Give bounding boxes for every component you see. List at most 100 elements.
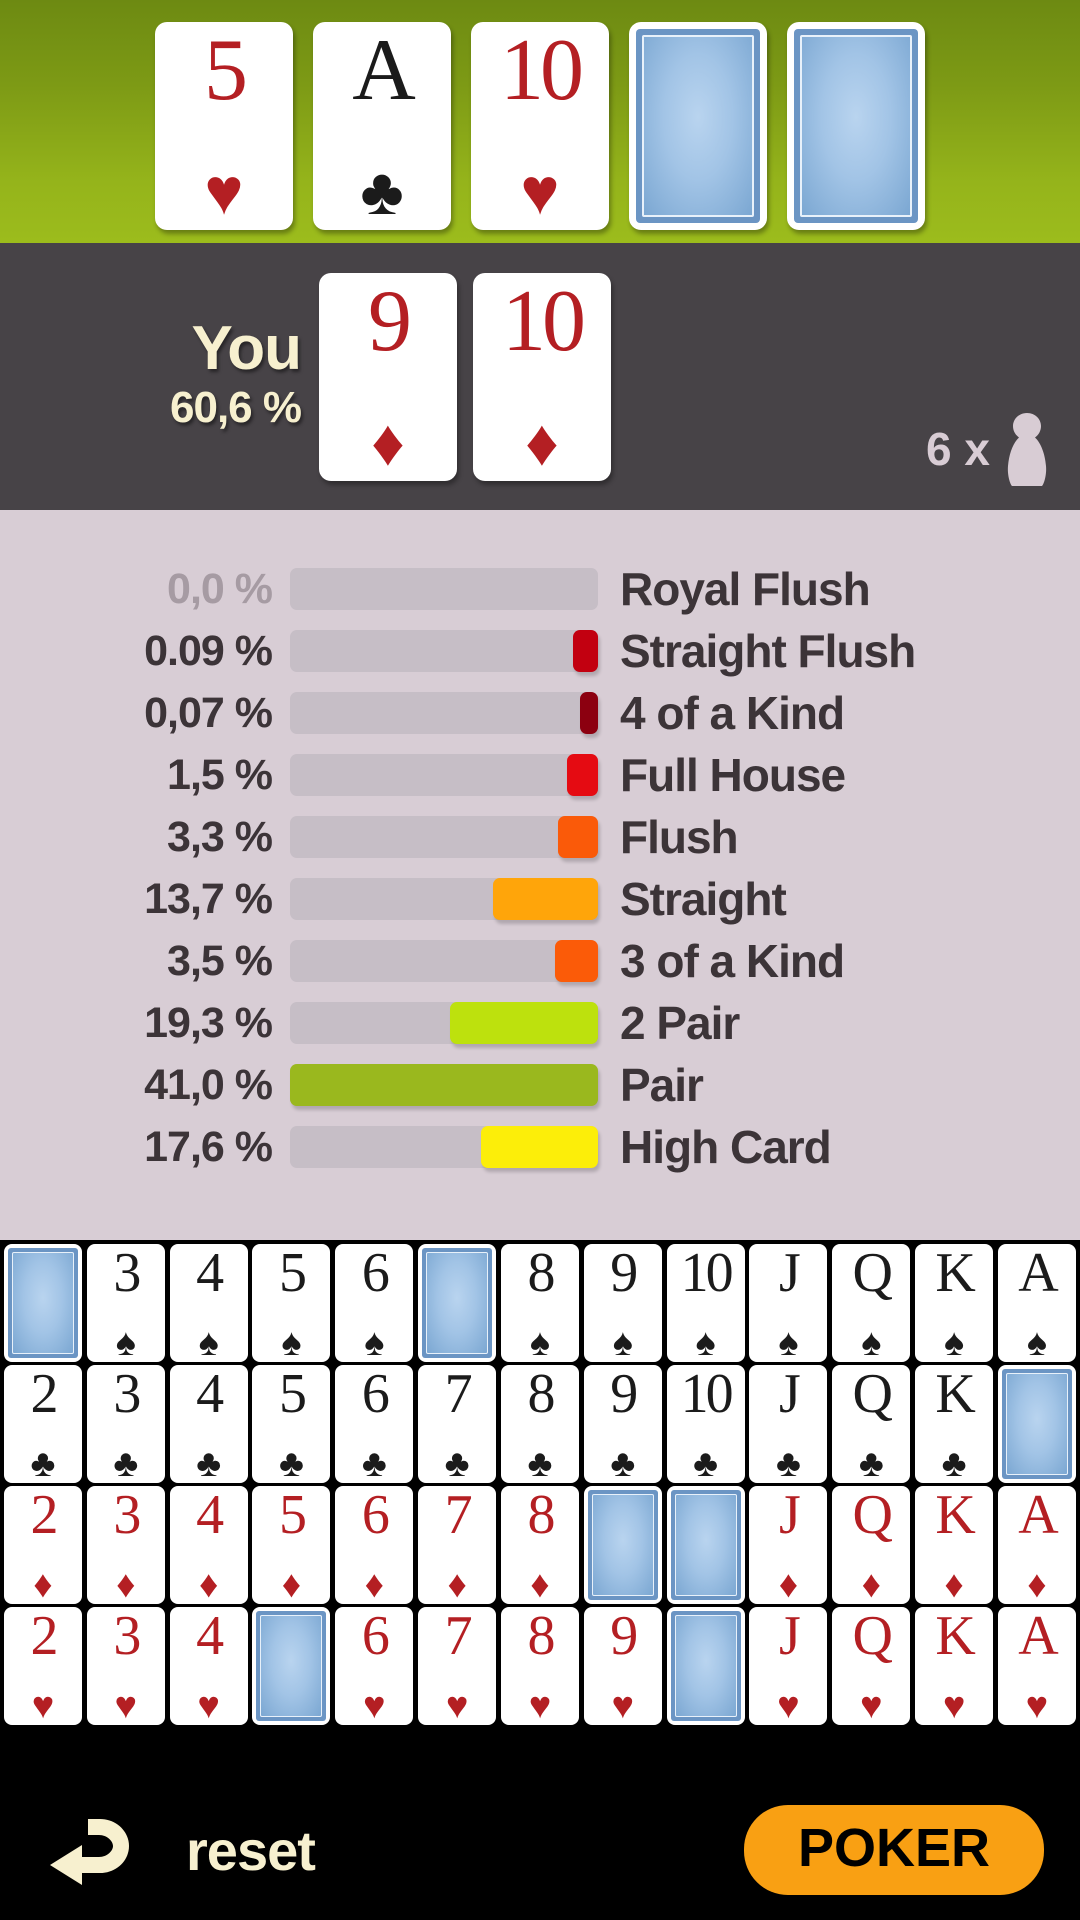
deck-card[interactable]: 4 ♠ [169,1244,248,1362]
card-suit-icon: ♥ [520,155,560,229]
hole-card[interactable]: 10 ♦ [472,272,611,481]
odds-row: 0,0 % Royal Flush [0,558,1080,620]
deck-card[interactable]: K ♠ [915,1244,994,1362]
board-card[interactable]: A ♣ [313,21,451,230]
deck-card-facedown[interactable] [666,1607,745,1725]
deck-card[interactable]: 6 ♦ [335,1486,414,1604]
deck-card[interactable]: 5 ♦ [252,1486,331,1604]
deck-row-diamonds: 2 ♦ 3 ♦ 4 ♦ 5 ♦ 6 ♦ 7 ♦ 8 ♦ J ♦ Q ♦ K ♦ A ♦ [2,1486,1078,1604]
card-rank: 3 [113,1244,141,1304]
deck-card[interactable]: 3 ♣ [86,1365,165,1483]
poker-odds-app: 5 ♥ A ♣ 10 ♥ You 60,6 % 9 ♦ 10 ♦ 6 x 0,0 % Royal … [0,0,1080,1920]
poker-button[interactable]: POKER [743,1805,1044,1895]
deck-card[interactable]: Q ♦ [832,1486,911,1604]
deck-card[interactable]: 3 ♥ [86,1607,165,1725]
card-rank: J [779,1486,801,1546]
card-suit-icon: ♠ [1026,1321,1048,1362]
deck-card[interactable]: 6 ♠ [335,1244,414,1362]
odds-percent: 0.09 % [144,626,273,675]
opponent-count-control[interactable]: 6 x [926,410,1054,488]
deck-card[interactable]: 6 ♥ [335,1607,414,1725]
deck-card[interactable]: 2 ♣ [4,1365,82,1483]
hole-card[interactable]: 9 ♦ [318,272,457,481]
deck-card[interactable]: 3 ♠ [86,1244,165,1362]
card-rank: Q [852,1486,893,1546]
board-card-facedown[interactable] [787,21,925,230]
card-rank: 9 [610,1607,638,1667]
deck-card[interactable]: 4 ♣ [169,1365,248,1483]
odds-bar-track [290,1002,598,1044]
deck-card[interactable]: 7 ♣ [418,1365,497,1483]
deck-card[interactable]: Q ♥ [832,1607,911,1725]
card-suit-icon: ♠ [115,1321,136,1362]
card-suit-icon: ♣ [113,1442,139,1483]
reset-button[interactable]: reset [186,1818,316,1883]
odds-bar-track [290,1064,598,1106]
deck-card[interactable]: 8 ♥ [500,1607,579,1725]
player-win-percent: 60,6 % [170,383,302,432]
odds-bar-fill [450,1002,598,1044]
deck-card[interactable]: 9 ♠ [583,1244,662,1362]
deck-card[interactable]: 8 ♠ [500,1244,579,1362]
card-suit-icon: ♠ [612,1321,633,1362]
deck-card[interactable]: J ♦ [749,1486,828,1604]
card-back-pattern [12,1252,74,1354]
deck-card[interactable]: 7 ♥ [418,1607,497,1725]
odds-percent: 13,7 % [144,874,273,923]
deck-card[interactable]: A ♦ [997,1486,1076,1604]
deck-card-facedown[interactable] [418,1244,497,1362]
deck-card[interactable]: 4 ♦ [169,1486,248,1604]
card-suit-icon: ♥ [31,1684,55,1725]
deck-card[interactable]: 9 ♣ [583,1365,662,1483]
deck-card[interactable]: K ♣ [915,1365,994,1483]
deck-card[interactable]: 2 ♦ [4,1486,82,1604]
deck-card[interactable]: 5 ♣ [252,1365,331,1483]
deck-card[interactable]: A ♠ [997,1244,1076,1362]
deck-card[interactable]: 3 ♦ [86,1486,165,1604]
card-rank: 4 [196,1607,224,1667]
deck-card-facedown[interactable] [583,1486,662,1604]
card-suit-icon: ♦ [364,1563,384,1604]
deck-card[interactable]: 2 ♥ [4,1607,82,1725]
board-card[interactable]: 10 ♥ [471,21,609,230]
deck-card-facedown[interactable] [252,1607,331,1725]
deck-card[interactable]: K ♥ [915,1607,994,1725]
board-card-facedown[interactable] [629,21,767,230]
card-suit-icon: ♦ [778,1563,799,1604]
deck-card[interactable]: 10 ♣ [666,1365,745,1483]
deck-row-hearts: 2 ♥ 3 ♥ 4 ♥ 6 ♥ 7 ♥ 8 ♥ 9 ♥ J ♥ Q ♥ K ♥ A ♥ [2,1607,1078,1725]
card-rank: Q [852,1607,893,1667]
deck-card[interactable]: A ♥ [997,1607,1076,1725]
deck-card-facedown[interactable] [4,1244,82,1362]
deck-card-facedown[interactable] [666,1486,745,1604]
odds-bar-fill [493,878,598,920]
odds-hand-label: Straight Flush [620,625,916,677]
odds-bar-fill [567,754,598,796]
card-suit-icon: ♦ [371,406,405,480]
deck-card[interactable]: 8 ♣ [500,1365,579,1483]
deck-card[interactable]: K ♦ [915,1486,994,1604]
deck-card[interactable]: J ♥ [749,1607,828,1725]
deck-card[interactable]: 7 ♦ [418,1486,497,1604]
card-rank: 8 [527,1486,555,1546]
back-arrow-icon[interactable] [48,1815,140,1885]
card-suit-icon: ♥ [204,155,244,229]
card-rank: 5 [278,1244,307,1304]
deck-card[interactable]: Q ♠ [832,1244,911,1362]
card-rank: A [1018,1244,1058,1304]
deck-card[interactable]: 9 ♥ [583,1607,662,1725]
card-back-frame [636,28,760,223]
deck-card[interactable]: J ♠ [749,1244,828,1362]
deck-card[interactable]: J ♣ [749,1365,828,1483]
deck-card[interactable]: Q ♣ [832,1365,911,1483]
card-rank: 4 [196,1244,224,1304]
card-back-frame [670,1611,741,1721]
deck-card[interactable]: 10 ♠ [666,1244,745,1362]
deck-card[interactable]: 5 ♠ [252,1244,331,1362]
card-suit-icon: ♦ [281,1563,302,1604]
deck-card[interactable]: 4 ♥ [169,1607,248,1725]
deck-card-facedown[interactable] [997,1365,1076,1483]
board-card[interactable]: 5 ♥ [155,21,293,230]
deck-card[interactable]: 8 ♦ [500,1486,579,1604]
deck-card[interactable]: 6 ♣ [335,1365,414,1483]
